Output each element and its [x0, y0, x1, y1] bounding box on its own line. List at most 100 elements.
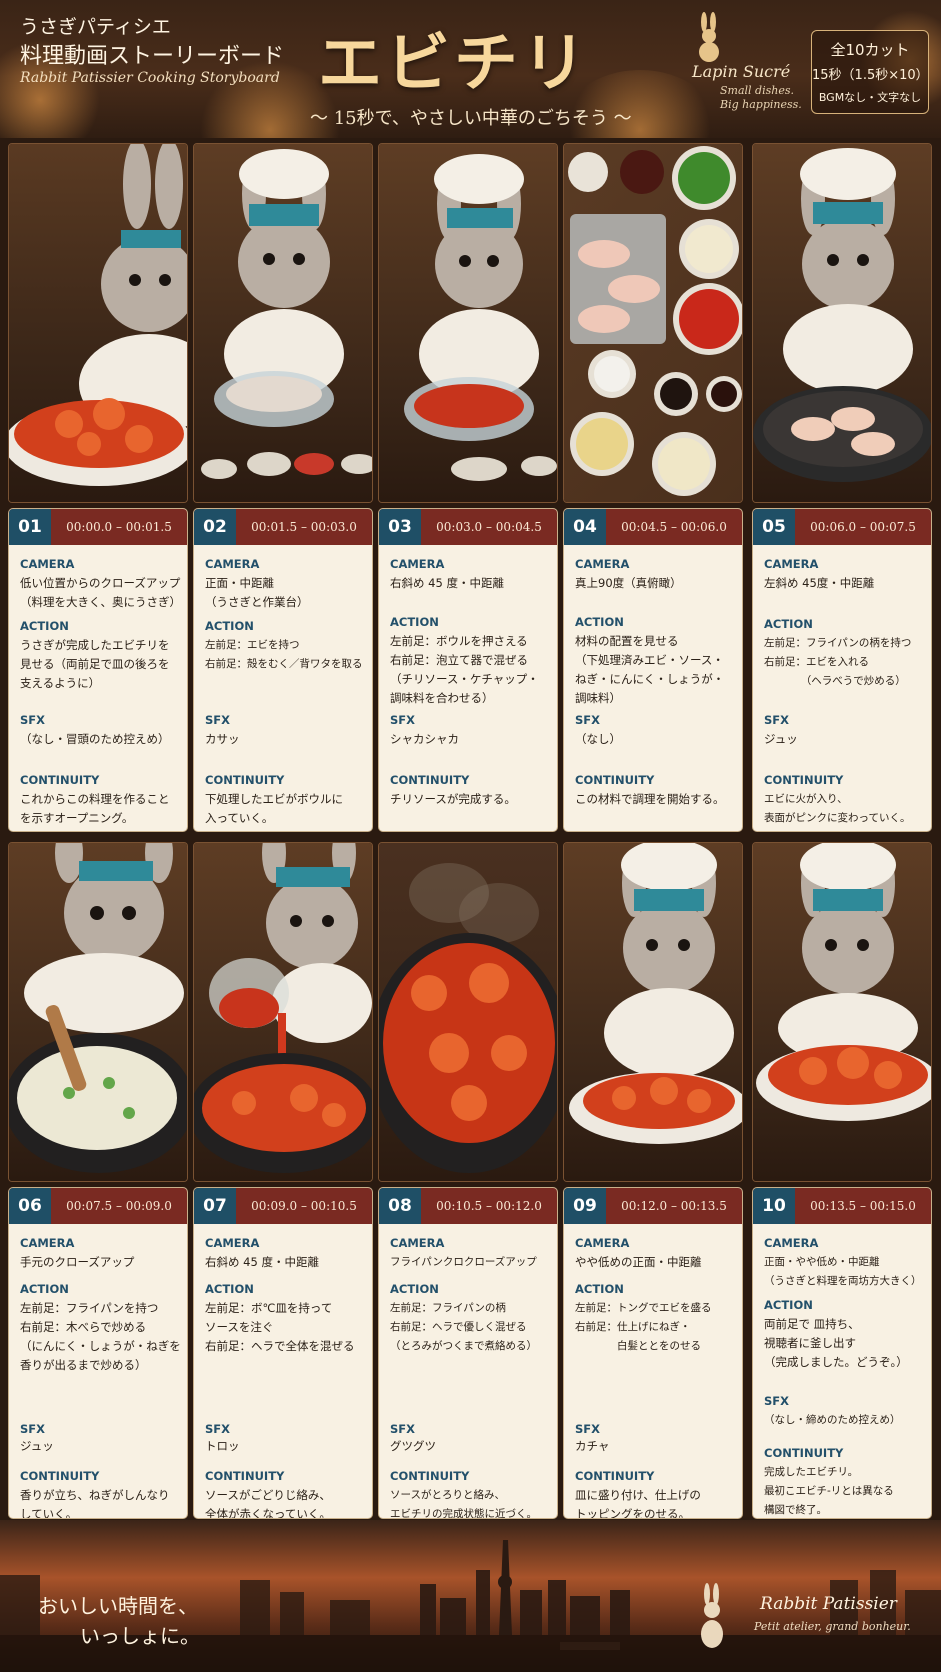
- cut-02-image: [193, 143, 373, 503]
- header: うさぎパティシエ 料理動画ストーリーボード Rabbit Patissier C…: [0, 0, 941, 138]
- continuity-text: チリソースが完成する。: [390, 792, 516, 806]
- page-subtitle: ～ 15秒で、やさしい中華のごちそう ～: [310, 108, 632, 129]
- action-label: ACTION: [390, 1282, 439, 1296]
- camera-text: フライパンクロクローズアップ: [390, 1256, 537, 1268]
- brand-title-line1: うさぎパティシエ: [20, 16, 171, 38]
- cut-card-09: 09 00:12.0 – 00:13.5 CAMERA やや低めの正面・中距離 …: [563, 1187, 743, 1519]
- cut-number: 08: [379, 1188, 421, 1224]
- continuity-label: CONTINUITY: [205, 1469, 285, 1483]
- card-header: 08 00:10.5 – 00:12.0: [379, 1188, 557, 1224]
- continuity-text: これからこの料理を作ること を示すオープニング。: [20, 792, 170, 825]
- continuity-label: CONTINUITY: [390, 773, 470, 787]
- cut-card-05: 05 00:06.0 – 00:07.5 CAMERA 左斜め 45度・中距離 …: [752, 508, 932, 832]
- cut-timecode: 00:12.0 – 00:13.5: [621, 1199, 727, 1213]
- continuity-label: CONTINUITY: [764, 1446, 844, 1460]
- camera-text: 右斜め 45 度・中距離: [205, 1255, 319, 1269]
- action-label: ACTION: [390, 615, 439, 629]
- rabbit-logo-icon: [699, 12, 719, 62]
- continuity-text: 完成したエビチリ。 最初こエビチ-リとは異なる 構図で終了。: [764, 1466, 894, 1516]
- action-label: ACTION: [20, 1282, 69, 1296]
- action-text: 左前足：フライパンの柄を持つ 右前足：エビを入れる （ヘラべうで炒める）: [764, 637, 912, 687]
- sfx-text: カサッ: [205, 732, 240, 746]
- camera-label: CAMERA: [20, 557, 75, 571]
- camera-text: 正面・やや低め・中距離 （うさぎと料理を両坊方大きく）: [764, 1256, 922, 1287]
- cut-card-07: 07 00:09.0 – 00:10.5 CAMERA 右斜め 45 度・中距離…: [193, 1187, 373, 1519]
- continuity-text: この材料で調理を開始する。: [575, 792, 725, 806]
- cut-timecode: 00:06.0 – 00:07.5: [810, 520, 916, 534]
- logo-tagline-2: Big happiness.: [720, 98, 802, 111]
- continuity-label: CONTINUITY: [575, 1469, 655, 1483]
- camera-text: 右斜め 45 度・中距離: [390, 576, 504, 590]
- cut-07-image: [193, 842, 373, 1182]
- card-header: 05 00:06.0 – 00:07.5: [753, 509, 931, 545]
- brand-subtitle-en: Rabbit Patissier Cooking Storyboard: [20, 70, 280, 86]
- logo-tagline-1: Small dishes.: [720, 84, 794, 97]
- cut-number: 01: [9, 509, 51, 545]
- continuity-label: CONTINUITY: [764, 773, 844, 787]
- footer-tagline-line1: おいしい時間を、: [38, 1594, 198, 1618]
- camera-label: CAMERA: [764, 557, 819, 571]
- camera-text: 手元のクローズアップ: [20, 1255, 135, 1269]
- card-header: 04 00:04.5 – 00:06.0: [564, 509, 742, 545]
- sfx-text: シャカシャカ: [390, 732, 459, 746]
- card-header: 10 00:13.5 – 00:15.0: [753, 1188, 931, 1224]
- sfx-text: ジュッ: [20, 1439, 54, 1453]
- action-text: 材料の配置を見せる （下処理済みエビ・ソース・ ねぎ・にんにく・しょうが・ 調味…: [575, 634, 725, 705]
- sfx-label: SFX: [764, 713, 790, 727]
- page-title: エビチリ: [318, 26, 590, 101]
- cut-card-06: 06 00:07.5 – 00:09.0 CAMERA 手元のクローズアップ A…: [8, 1187, 188, 1519]
- cut-01-image: [8, 143, 188, 503]
- action-text: 左前足：ボウルを押さえる 右前足：泡立て器で混ぜる （チリソース・ケチャップ・ …: [390, 634, 539, 705]
- camera-label: CAMERA: [205, 1236, 260, 1250]
- cut-card-04: 04 00:04.5 – 00:06.0 CAMERA 真上90度（真俯瞰） A…: [563, 508, 743, 832]
- sfx-text: （なし）: [575, 732, 621, 746]
- sfx-text: （なし・冒頭のため控えめ）: [20, 732, 170, 746]
- camera-label: CAMERA: [575, 557, 630, 571]
- action-text: 左前足：ボ℃皿を持って ソースを注ぐ 右前足：ヘラで全体を混ぜる: [205, 1301, 355, 1353]
- cut-08-image: [378, 842, 558, 1182]
- card-header: 06 00:07.5 – 00:09.0: [9, 1188, 187, 1224]
- cut-card-01: 01 00:00.0 – 00:01.5 CAMERA 低い位置からのクローズア…: [8, 508, 188, 832]
- continuity-label: CONTINUITY: [390, 1469, 470, 1483]
- camera-label: CAMERA: [575, 1236, 630, 1250]
- continuity-label: CONTINUITY: [205, 773, 285, 787]
- continuity-label: CONTINUITY: [20, 1469, 100, 1483]
- card-header: 09 00:12.0 – 00:13.5: [564, 1188, 742, 1224]
- action-text: 左前足：フライパンの柄 右前足：ヘラで優しく混ぜる （とろみがつくまで煮絡める）: [390, 1302, 537, 1352]
- continuity-text: エビに火が入り、 表面がピンクに変わっていく。: [764, 793, 911, 824]
- action-text: 左前足：トングでエビを盛る 右前足：仕上げにねぎ・ 白髪ととをのせる: [575, 1302, 712, 1352]
- info-note: BGMなし・文字なし: [818, 91, 922, 104]
- camera-text: 低い位置からのクローズアップ （料理を大きく、奥にうさぎ）: [20, 576, 181, 609]
- continuity-text: ソースがごどりじ絡み、 全体が赤くなっていく。: [205, 1488, 331, 1519]
- camera-text: 左斜め 45度・中距離: [764, 576, 875, 590]
- cut-number: 04: [564, 509, 606, 545]
- cut-timecode: 00:07.5 – 00:09.0: [66, 1199, 172, 1213]
- camera-label: CAMERA: [764, 1236, 819, 1250]
- cut-number: 10: [753, 1188, 795, 1224]
- action-label: ACTION: [575, 615, 624, 629]
- cut-timecode: 00:13.5 – 00:15.0: [810, 1199, 916, 1213]
- sfx-label: SFX: [205, 1422, 231, 1436]
- action-label: ACTION: [205, 619, 254, 633]
- action-text: 両前足で 皿持ち、 視聴者に釜し出す （完成しました。どうぞ。）: [764, 1317, 908, 1369]
- action-text: 左前足：フライパンを持つ 右前足：木べらで炒める （にんにく・しょうが・ねぎを …: [20, 1301, 181, 1372]
- sfx-label: SFX: [205, 713, 231, 727]
- cut-09-image: [563, 842, 743, 1182]
- sfx-label: SFX: [575, 713, 601, 727]
- sfx-label: SFX: [20, 713, 46, 727]
- action-label: ACTION: [575, 1282, 624, 1296]
- cut-04-image: [563, 143, 743, 503]
- camera-text: 正面・中距離 （うさぎと作業台）: [205, 576, 309, 609]
- cut-number: 06: [9, 1188, 51, 1224]
- footer-brand: Rabbit Patissier: [760, 1594, 897, 1614]
- action-text: 左前足：エビを持つ 右前足：殻をむく／背ワタを取る: [205, 639, 363, 670]
- footer: おいしい時間を、 いっしょに。 Rabbit Patissier Petit a…: [0, 1520, 941, 1672]
- footer-brand-tagline: Petit atelier, grand bonheur.: [754, 1620, 911, 1633]
- cut-number: 03: [379, 509, 421, 545]
- action-text: うさぎが完成したエビチリを 見せる（両前足で皿の後ろを 支えるように）: [20, 638, 170, 690]
- card-header: 01 00:00.0 – 00:01.5: [9, 509, 187, 545]
- cut-10-image: [752, 842, 932, 1182]
- camera-label: CAMERA: [205, 557, 260, 571]
- sfx-label: SFX: [390, 1422, 416, 1436]
- sfx-text: カチャ: [575, 1439, 610, 1453]
